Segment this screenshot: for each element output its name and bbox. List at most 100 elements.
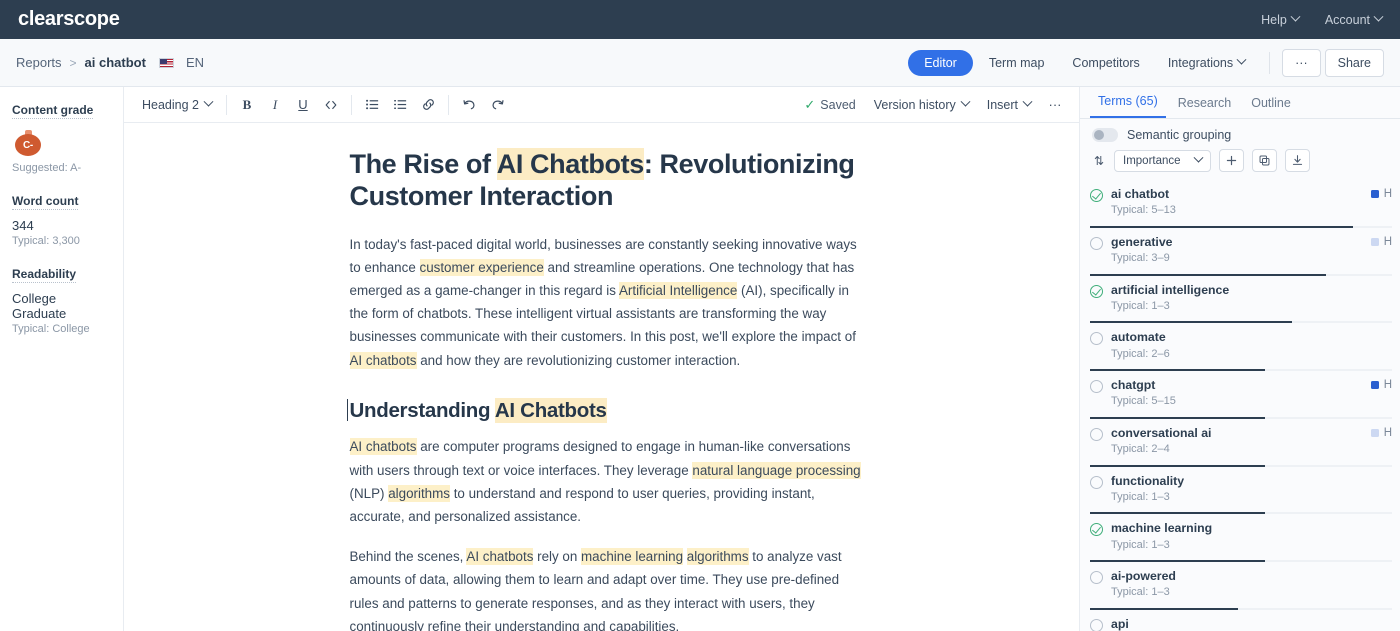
bullet-list-icon bbox=[365, 99, 378, 110]
semantic-grouping-toggle[interactable] bbox=[1092, 128, 1118, 142]
sort-by-select[interactable]: Importance bbox=[1114, 149, 1211, 172]
bold-button[interactable]: B bbox=[233, 92, 261, 118]
insert-button[interactable]: Insert bbox=[979, 94, 1039, 116]
badge-square-icon bbox=[1370, 381, 1379, 389]
readability-value: College Graduate bbox=[12, 291, 67, 321]
toolbar-divider bbox=[226, 94, 227, 115]
header-nav-account[interactable]: Account bbox=[1324, 11, 1384, 27]
highlighted-term: natural language processing bbox=[692, 461, 861, 479]
term-name: machine learning bbox=[1111, 521, 1213, 536]
italic-button[interactable]: I bbox=[261, 92, 289, 118]
panel-tab[interactable]: Outline bbox=[1243, 96, 1299, 118]
bullet-list-button[interactable] bbox=[358, 92, 386, 118]
term-row-main: generative Typical: 3–9 H bbox=[1090, 235, 1392, 267]
term-heading-badge[interactable]: H bbox=[1370, 426, 1392, 439]
panel-tab[interactable]: Research bbox=[1170, 96, 1240, 118]
more-options-button[interactable]: ··· bbox=[1282, 48, 1321, 77]
undo-button[interactable] bbox=[455, 92, 483, 118]
chevron-down-icon bbox=[1373, 11, 1384, 22]
app-header: clearscope Help Account bbox=[0, 0, 1400, 39]
term-check-icon[interactable] bbox=[1090, 523, 1103, 537]
term-circle-icon[interactable] bbox=[1090, 332, 1103, 346]
document-canvas[interactable]: The Rise of AI Chatbots: Revolutionizing… bbox=[124, 123, 1079, 631]
term-circle-icon[interactable] bbox=[1090, 380, 1103, 393]
term-meta: ai-powered Typical: 1–3 bbox=[1111, 569, 1392, 601]
terms-list[interactable]: ai chatbot Typical: 5–13 Hgenerative Typica… bbox=[1080, 180, 1400, 631]
term-meta: chatgpt Typical: 5–15 bbox=[1111, 378, 1363, 410]
term-typical-range: Typical: 5–13 bbox=[1111, 204, 1176, 217]
sort-by-value: Importance bbox=[1123, 154, 1181, 167]
us-flag-icon bbox=[158, 57, 174, 68]
document-title: The Rise of AI Chatbots: Revolutionizing… bbox=[350, 148, 862, 213]
term-circle-icon[interactable] bbox=[1090, 427, 1103, 441]
term-circle-icon[interactable] bbox=[1090, 571, 1103, 584]
tab-editor[interactable]: Editor bbox=[908, 49, 973, 76]
share-button[interactable]: Share bbox=[1324, 48, 1384, 77]
badge-square-icon bbox=[1370, 237, 1379, 246]
numbered-list-button[interactable] bbox=[386, 92, 414, 118]
document-paragraph: Behind the scenes, AI chatbots rely on m… bbox=[350, 545, 862, 631]
insert-label: Insert bbox=[986, 97, 1018, 112]
term-typical-range: Typical: 5–15 bbox=[1111, 395, 1176, 408]
term-circle-icon[interactable] bbox=[1090, 618, 1103, 631]
term-circle-icon[interactable] bbox=[1090, 475, 1103, 489]
tab-integrations-label: Integrations bbox=[1167, 55, 1234, 70]
breadcrumb-reports[interactable]: Reports bbox=[16, 55, 62, 70]
term-check-icon[interactable] bbox=[1090, 284, 1103, 298]
app-logo[interactable]: clearscope bbox=[18, 8, 120, 31]
panel-tab[interactable]: Terms (65) bbox=[1090, 94, 1166, 118]
add-term-button[interactable] bbox=[1218, 149, 1244, 172]
content-grade-value: C- bbox=[15, 134, 41, 156]
block-style-select[interactable]: Heading 2 bbox=[134, 94, 220, 116]
term-row[interactable]: ai chatbot Typical: 5–13 H bbox=[1080, 180, 1400, 228]
tab-integrations[interactable]: Integrations bbox=[1156, 50, 1257, 76]
term-row[interactable]: apiTypical: 1–3 bbox=[1080, 610, 1400, 631]
term-heading-badge[interactable]: H bbox=[1370, 235, 1392, 248]
term-name: automate bbox=[1111, 330, 1166, 345]
term-row[interactable]: machine learning Typical: 1–3 bbox=[1080, 514, 1400, 562]
term-row-main: machine learning Typical: 1–3 bbox=[1090, 521, 1392, 553]
term-row[interactable]: conversational ai Typical: 2–4 H bbox=[1080, 419, 1400, 467]
badge-label: H bbox=[1383, 379, 1392, 391]
term-circle-icon[interactable] bbox=[1090, 236, 1103, 250]
term-row[interactable]: automate Typical: 2–6 bbox=[1080, 323, 1400, 371]
term-heading-badge[interactable]: H bbox=[1370, 187, 1392, 200]
term-meta: automate Typical: 2–6 bbox=[1111, 330, 1392, 362]
block-style-value: Heading 2 bbox=[142, 97, 199, 112]
version-history-button[interactable]: Version history bbox=[866, 94, 977, 116]
header-nav-account-label: Account bbox=[1324, 12, 1370, 27]
redo-button[interactable] bbox=[483, 92, 511, 118]
chevron-down-icon bbox=[1290, 11, 1301, 22]
copy-terms-button[interactable] bbox=[1251, 149, 1277, 172]
term-check-icon[interactable] bbox=[1090, 189, 1103, 202]
tab-term-map[interactable]: Term map bbox=[977, 50, 1057, 76]
term-name: artificial intelligence bbox=[1111, 282, 1230, 297]
term-row[interactable]: functionality Typical: 1–3 bbox=[1080, 467, 1400, 515]
check-icon: ✓ bbox=[804, 96, 816, 112]
highlighted-term: AI chatbots bbox=[349, 351, 417, 369]
term-row[interactable]: artificial intelligence Typical: 1–3 bbox=[1080, 276, 1400, 324]
chevron-down-icon bbox=[1022, 96, 1033, 107]
editor-toolbar: Heading 2 B I U ✓ Saved Version history … bbox=[124, 87, 1079, 123]
main-shell: Content grade C- Suggested: A- Word coun… bbox=[0, 87, 1400, 631]
term-row[interactable]: chatgpt Typical: 5–15 H bbox=[1080, 371, 1400, 419]
sort-direction-icon[interactable]: ⇅ bbox=[1092, 154, 1106, 168]
code-button[interactable] bbox=[317, 92, 345, 118]
editor-more-button[interactable]: ··· bbox=[1041, 92, 1069, 118]
highlighted-term: AI chatbots bbox=[466, 548, 534, 566]
tab-competitors[interactable]: Competitors bbox=[1060, 50, 1151, 76]
header-nav-help[interactable]: Help bbox=[1261, 11, 1301, 27]
content-grade-badge[interactable]: C- bbox=[15, 130, 41, 156]
link-icon bbox=[422, 99, 434, 110]
text-run: Understanding bbox=[349, 398, 495, 422]
term-typical-range: Typical: 1–3 bbox=[1111, 490, 1170, 503]
document-paragraph: In today's fast-paced digital world, bus… bbox=[349, 233, 862, 372]
term-row[interactable]: ai-powered Typical: 1–3 bbox=[1080, 562, 1400, 610]
term-row[interactable]: generative Typical: 3–9 H bbox=[1080, 228, 1400, 276]
badge-label: H bbox=[1383, 188, 1392, 200]
underline-button[interactable]: U bbox=[289, 92, 317, 118]
term-name: chatgpt bbox=[1111, 378, 1156, 392]
term-heading-badge[interactable]: H bbox=[1370, 378, 1392, 391]
link-button[interactable] bbox=[414, 92, 442, 118]
download-terms-button[interactable] bbox=[1284, 149, 1310, 172]
